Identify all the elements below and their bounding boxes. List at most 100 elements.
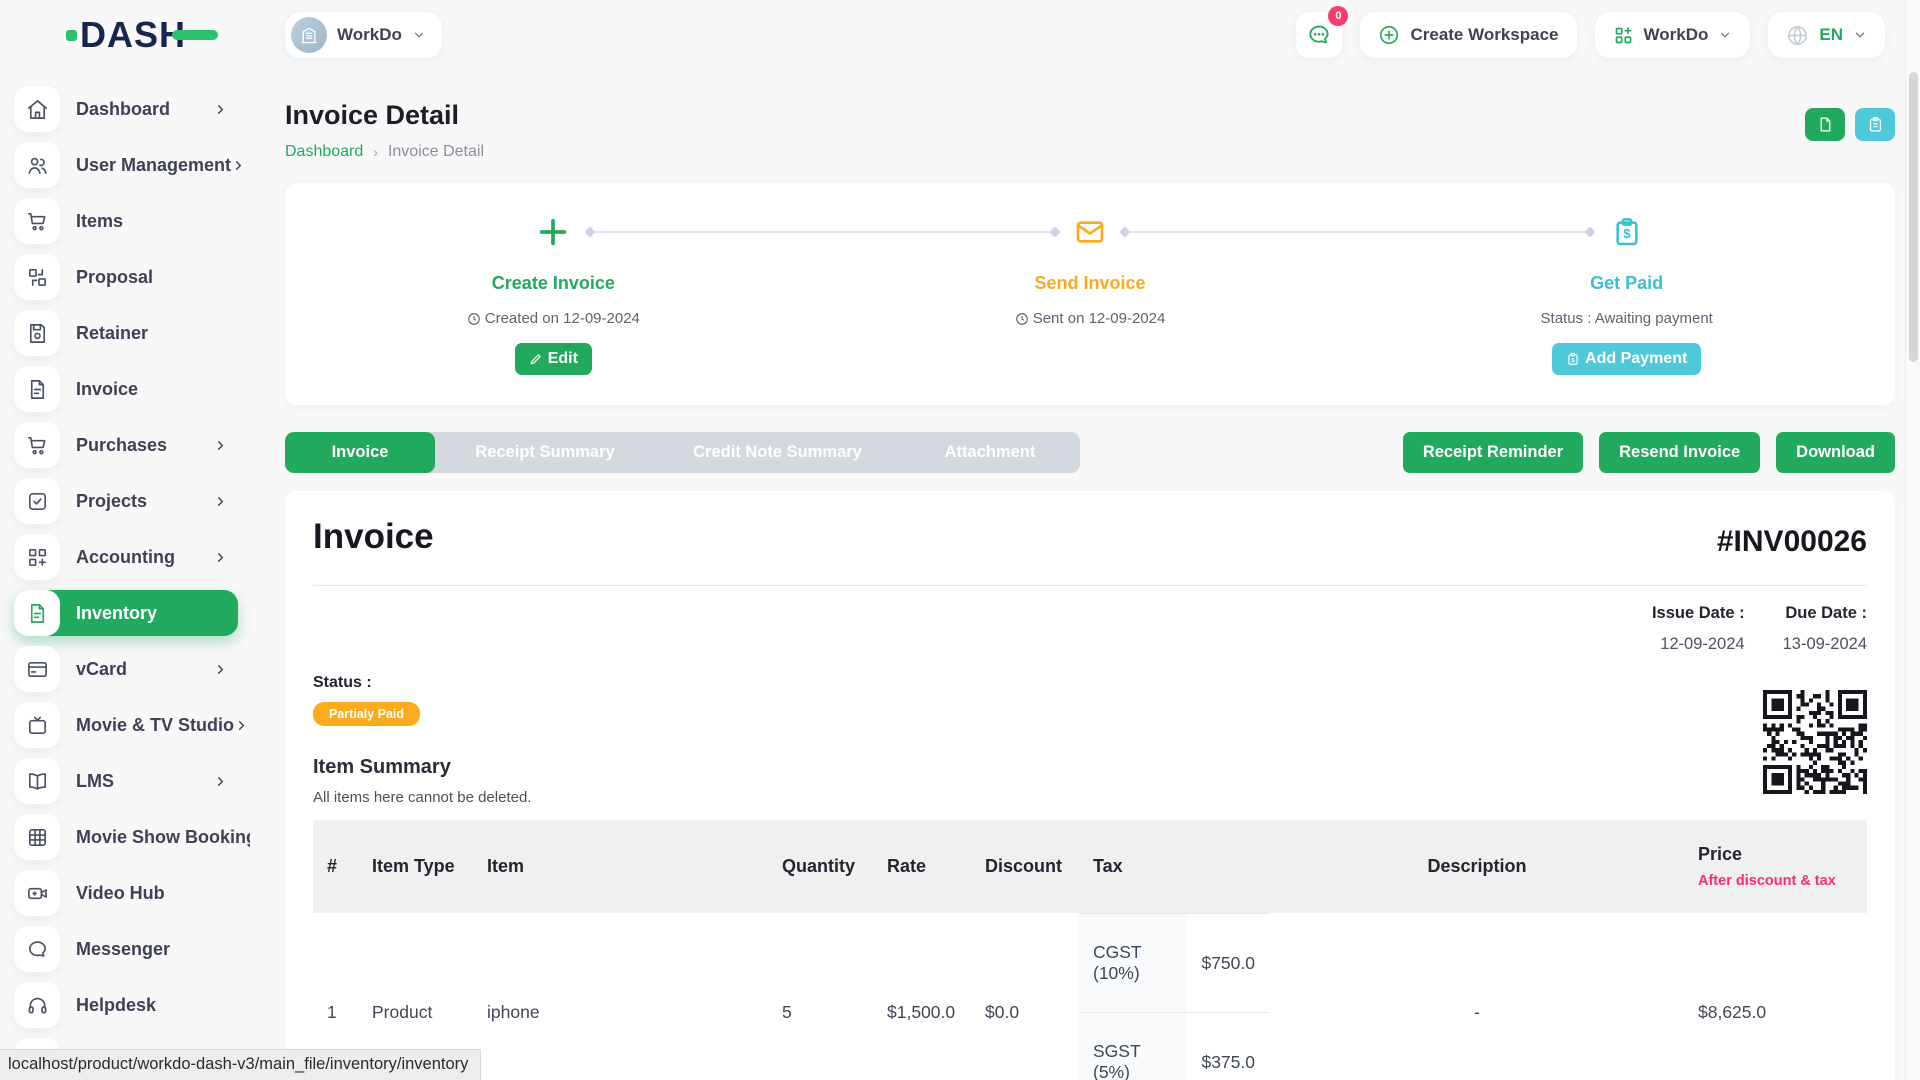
sidebar-item-label: Proposal — [76, 267, 153, 288]
cell-rate: $1,500.0 — [873, 913, 971, 1080]
receipt-reminder-button[interactable]: Receipt Reminder — [1403, 432, 1583, 473]
tax-label: SGST (5%) — [1079, 1013, 1187, 1080]
app-logo[interactable]: DASH — [0, 14, 250, 56]
sidebar-item-accounting[interactable]: Accounting — [14, 534, 238, 580]
sidebar-item-dashboard[interactable]: Dashboard — [14, 86, 238, 132]
step-get-paid: $ Get Paid Status : Awaiting payment $ A… — [1358, 215, 1895, 405]
tax-value: $750.0 — [1187, 914, 1269, 1013]
breadcrumb-current: Invoice Detail — [388, 143, 484, 161]
sidebar-item-video-hub[interactable]: Video Hub — [14, 870, 238, 916]
logo-dash-icon — [172, 30, 218, 40]
invoice-heading: Invoice — [313, 517, 434, 557]
chevron-right-icon — [213, 662, 228, 677]
pencil-icon — [529, 352, 543, 366]
chevron-down-icon — [412, 28, 426, 42]
step-title: Create Invoice — [492, 273, 615, 294]
film-icon — [14, 814, 60, 860]
tab-credit-note-summary[interactable]: Credit Note Summary — [655, 432, 900, 473]
cell-item: iphone — [473, 913, 768, 1080]
step-status: Status : Awaiting payment — [1541, 310, 1713, 327]
sidebar-item-lms[interactable]: LMS — [14, 758, 238, 804]
workspace-name: WorkDo — [337, 25, 402, 45]
sidebar-item-label: Purchases — [76, 435, 167, 456]
language-selector[interactable]: EN — [1767, 11, 1886, 59]
resend-invoice-button[interactable]: Resend Invoice — [1599, 432, 1760, 473]
col-quantity: Quantity — [768, 820, 873, 913]
tab-invoice[interactable]: Invoice — [285, 432, 435, 473]
chevron-right-icon — [213, 438, 228, 453]
file-icon — [14, 590, 60, 636]
due-date-label: Due Date : — [1783, 604, 1867, 623]
invoice-progress-card: Create Invoice Created on 12-09-2024 Edi… — [285, 183, 1895, 405]
sidebar-item-inventory[interactable]: Inventory — [14, 590, 238, 636]
sidebar-item-label: Dashboard — [76, 99, 170, 120]
file-icon — [14, 366, 60, 412]
breadcrumb-dashboard-link[interactable]: Dashboard — [285, 143, 363, 161]
export-document-button[interactable] — [1805, 108, 1845, 141]
cart-icon — [14, 422, 60, 468]
main-scrollbar[interactable] — [1905, 0, 1920, 1080]
copy-link-button[interactable] — [1855, 108, 1895, 141]
logo-dot-icon — [66, 30, 77, 41]
chevron-down-icon — [1718, 28, 1732, 42]
sidebar-item-movie-show-booking[interactable]: Movie Show Booking — [14, 814, 238, 860]
logo-text: DASH — [80, 14, 186, 56]
clock-icon — [467, 312, 481, 326]
plus-circle-icon — [1378, 24, 1400, 46]
svg-text:$: $ — [1623, 226, 1631, 241]
item-summary-title: Item Summary — [313, 756, 1867, 779]
col-description: Description — [1291, 820, 1663, 913]
sidebar-item-proposal[interactable]: Proposal — [14, 254, 238, 300]
headset-icon — [14, 982, 60, 1028]
create-workspace-label: Create Workspace — [1410, 25, 1558, 45]
sidebar-item-retainer[interactable]: Retainer — [14, 310, 238, 356]
clipboard-icon: $ — [1566, 352, 1580, 366]
create-workspace-button[interactable]: Create Workspace — [1359, 11, 1577, 59]
messages-button[interactable]: 0 — [1295, 11, 1343, 59]
chevron-right-icon — [213, 102, 228, 117]
step-connector — [590, 231, 1055, 233]
sidebar-item-items[interactable]: Items — [14, 198, 238, 244]
workspace-switcher[interactable]: WorkDo — [284, 11, 443, 59]
status-badge: Partialy Paid — [313, 702, 420, 726]
chevron-down-icon — [1853, 28, 1867, 42]
sidebar-item-label: Projects — [76, 491, 147, 512]
sidebar-item-movie-tv-studio[interactable]: Movie & TV Studio — [14, 702, 238, 748]
clock-icon — [1015, 312, 1029, 326]
step-send-invoice: Send Invoice Sent on 12-09-2024 — [822, 215, 1359, 405]
svg-text:$: $ — [1571, 358, 1575, 364]
cell-discount: $0.0 — [971, 913, 1079, 1080]
edit-invoice-button[interactable]: Edit — [515, 343, 592, 375]
step-create-invoice: Create Invoice Created on 12-09-2024 Edi… — [285, 215, 822, 405]
add-payment-button[interactable]: $ Add Payment — [1552, 343, 1701, 375]
breadcrumb-separator-icon: › — [373, 144, 378, 160]
tab-receipt-summary[interactable]: Receipt Summary — [435, 432, 655, 473]
sidebar-item-invoice[interactable]: Invoice — [14, 366, 238, 412]
topbar: DASH WorkDo 0 Create Workspace WorkDo EN — [0, 0, 1920, 70]
sidebar-item-purchases[interactable]: Purchases — [14, 422, 238, 468]
account-menu[interactable]: WorkDo — [1594, 11, 1752, 59]
download-button[interactable]: Download — [1776, 432, 1895, 473]
sidebar-item-label: Inventory — [76, 603, 157, 624]
sidebar-item-helpdesk[interactable]: Helpdesk — [14, 982, 238, 1028]
cell-price: $8,625.0 — [1663, 913, 1867, 1080]
col-tax: Tax — [1079, 820, 1291, 913]
sidebar-item-projects[interactable]: Projects — [14, 478, 238, 524]
sidebar-item-label: Invoice — [76, 379, 138, 400]
sidebar-item-messenger[interactable]: Messenger — [14, 926, 238, 972]
sidebar-item-vcard[interactable]: vCard — [14, 646, 238, 692]
table-header-row: # Item Type Item Quantity Rate Discount … — [313, 820, 1867, 913]
globe-icon — [1786, 24, 1809, 47]
cart-icon — [14, 198, 60, 244]
sidebar-item-user-management[interactable]: User Management — [14, 142, 238, 188]
scrollbar-thumb[interactable] — [1909, 72, 1918, 362]
table-row: 1 Product iphone 5 $1,500.0 $0.0 CGST (1… — [313, 913, 1867, 1080]
grid-plus-icon — [1613, 25, 1634, 46]
col-price: Price After discount & tax — [1663, 820, 1867, 913]
col-item: Item — [473, 820, 768, 913]
sidebar-item-label: Accounting — [76, 547, 175, 568]
tab-attachment[interactable]: Attachment — [900, 432, 1080, 473]
link-status-bar: localhost/product/workdo-dash-v3/main_fi… — [0, 1049, 481, 1080]
chevron-right-icon — [213, 494, 228, 509]
invoice-tabs: InvoiceReceipt SummaryCredit Note Summar… — [285, 432, 1080, 473]
